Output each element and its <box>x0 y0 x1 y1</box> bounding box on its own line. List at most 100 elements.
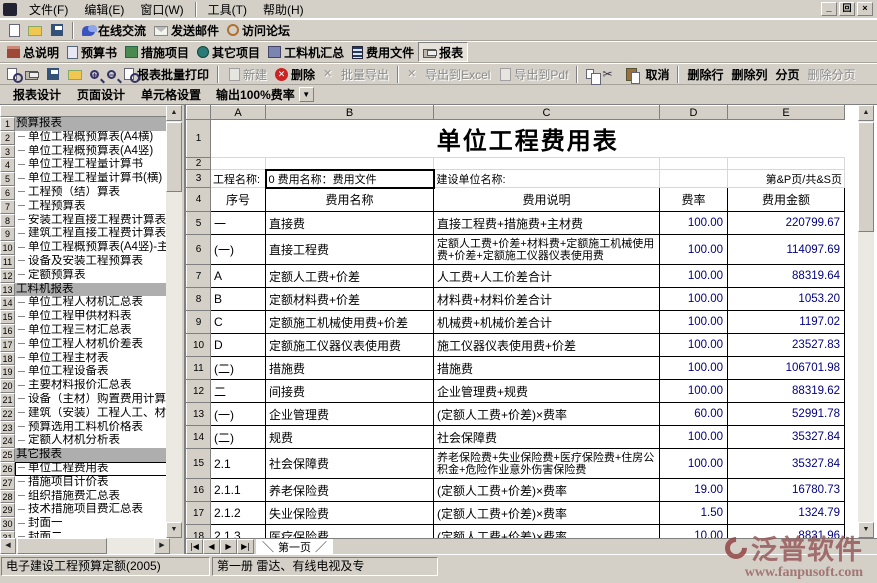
cell-fee-name[interactable]: 养老保险费 <box>266 479 434 502</box>
fee-column-header-3[interactable]: 费率 <box>660 188 728 212</box>
cell-amount[interactable]: 88319.62 <box>728 380 845 403</box>
tree-row-4[interactable]: 4单位工程工程量计算书 <box>0 158 168 172</box>
grid-corner-cell[interactable] <box>187 106 211 120</box>
cell-fee-name[interactable]: 医疗保险费 <box>266 525 434 539</box>
close-button[interactable]: × <box>857 2 873 16</box>
tree-row-14[interactable]: 14单位工程人材机汇总表 <box>0 296 168 310</box>
row-header-10[interactable]: 10 <box>187 334 211 357</box>
cell-fee-desc[interactable]: 社会保障费 <box>434 426 660 449</box>
menu-tools[interactable]: 工具(T) <box>201 0 254 19</box>
module-button-7[interactable]: 报表 <box>418 42 468 62</box>
cell-fee-desc[interactable]: 施工仪器仪表使用费+价差 <box>434 334 660 357</box>
paste-button[interactable] <box>621 64 641 84</box>
cell-fee-name[interactable]: 定额施工仪器仪表使用费 <box>266 334 434 357</box>
tree-row-3[interactable]: 3单位工程概预算表(A4竖) <box>0 145 168 159</box>
cell-no[interactable]: (二) <box>211 357 266 380</box>
row-header-17[interactable]: 17 <box>187 502 211 525</box>
cell-fee-name[interactable]: 定额人工费+价差 <box>266 265 434 288</box>
empty-cell[interactable] <box>728 158 845 170</box>
tab-cell-settings[interactable]: 单元格设置 <box>134 85 208 104</box>
tree-row-24[interactable]: 24定额人材机分析表 <box>0 434 168 448</box>
row-header-15[interactable]: 15 <box>187 449 211 479</box>
cell-no[interactable]: D <box>211 334 266 357</box>
cell-fee-desc[interactable]: 人工费+人工价差合计 <box>434 265 660 288</box>
cell-amount[interactable]: 1053.20 <box>728 288 845 311</box>
row-header-4[interactable]: 4 <box>187 188 211 212</box>
cell-no[interactable]: B <box>211 288 266 311</box>
tab-report-design[interactable]: 报表设计 <box>6 85 68 104</box>
online-chat-button[interactable]: 在线交流 <box>78 20 150 40</box>
tree-row-9[interactable]: 9建筑工程直接工程费计算表 <box>0 227 168 241</box>
cell-amount[interactable]: 88319.64 <box>728 265 845 288</box>
tree-row-30[interactable]: 30封面一 <box>0 517 168 531</box>
cell-no[interactable]: (一) <box>211 403 266 426</box>
tree-row-26[interactable]: 26单位工程费用表 <box>0 462 168 476</box>
first-page-icon[interactable]: |◀ <box>186 539 203 554</box>
cell-fee-name[interactable]: 措施费 <box>266 357 434 380</box>
selected-cell-fee-name[interactable]: 0 费用名称：费用文件 <box>266 170 434 188</box>
print-button[interactable] <box>21 64 42 84</box>
tree-row-6[interactable]: 6工程预（结）算表 <box>0 186 168 200</box>
empty-cell[interactable] <box>211 158 266 170</box>
row-header-3[interactable]: 3 <box>187 170 211 188</box>
cell-rate[interactable]: 100.00 <box>660 357 728 380</box>
column-header-A[interactable]: A <box>211 106 266 120</box>
tree-row-1[interactable]: 1预算报表 <box>0 117 168 131</box>
row-header-14[interactable]: 14 <box>187 426 211 449</box>
row-header-6[interactable]: 6 <box>187 235 211 265</box>
cell-rate[interactable]: 19.00 <box>660 479 728 502</box>
cell-amount[interactable]: 106701.98 <box>728 357 845 380</box>
tree-row-29[interactable]: 29技术措施项目费汇总表 <box>0 503 168 517</box>
menu-help[interactable]: 帮助(H) <box>256 0 311 19</box>
row-header-9[interactable]: 9 <box>187 311 211 334</box>
empty-cell[interactable] <box>434 158 660 170</box>
cell-fee-desc[interactable]: 直接工程费+措施费+主材费 <box>434 212 660 235</box>
tree-row-16[interactable]: 16单位工程三材汇总表 <box>0 324 168 338</box>
delete-report-button[interactable]: ✕删除 <box>271 64 319 84</box>
cell-amount[interactable]: 35327.84 <box>728 449 845 479</box>
zoom-out-button[interactable]: − <box>103 64 120 84</box>
cell-fee-desc[interactable]: 材料费+材料价差合计 <box>434 288 660 311</box>
scroll-left-icon[interactable]: ◀ <box>0 538 16 554</box>
row-header-2[interactable]: 2 <box>187 158 211 170</box>
cell-fee-name[interactable]: 直接费 <box>266 212 434 235</box>
visit-forum-button[interactable]: 访问论坛 <box>223 20 294 40</box>
cell-amount[interactable]: 1197.02 <box>728 311 845 334</box>
tree-row-10[interactable]: 10单位工程概预算表(A4竖)-主材单 <box>0 241 168 255</box>
cell-amount[interactable]: 1324.79 <box>728 502 845 525</box>
tree-row-7[interactable]: 7工程预算表 <box>0 200 168 214</box>
row-header-12[interactable]: 12 <box>187 380 211 403</box>
scroll-thumb[interactable] <box>17 538 107 554</box>
cell-fee-name[interactable]: 企业管理费 <box>266 403 434 426</box>
menu-file[interactable]: 文件(F) <box>22 0 75 19</box>
tree-row-31[interactable]: 31封面二 <box>0 531 168 538</box>
cell-no[interactable]: (二) <box>211 426 266 449</box>
zoom-in-button[interactable]: + <box>86 64 103 84</box>
cell-fee-desc[interactable]: 养老保险费+失业保险费+医疗保险费+住房公积金+危险作业意外伤害保险费 <box>434 449 660 479</box>
restore-button[interactable]: 回 <box>839 2 855 16</box>
scroll-down-icon[interactable]: ▼ <box>166 522 182 538</box>
combo-dropdown-icon[interactable]: ▼ <box>299 87 314 102</box>
cell-rate[interactable]: 100.00 <box>660 288 728 311</box>
cell-no[interactable]: 2.1.1 <box>211 479 266 502</box>
save-report-button[interactable] <box>42 64 64 84</box>
tree-row-17[interactable]: 17单位工程人材机价差表 <box>0 338 168 352</box>
scroll-up-icon[interactable]: ▲ <box>166 105 182 121</box>
save-file-button[interactable] <box>46 20 68 40</box>
cell-fee-desc[interactable]: 定额人工费+价差+材料费+定额施工机械使用费+价差+定额施工仪器仪表使用费 <box>434 235 660 265</box>
cell-rate[interactable]: 100.00 <box>660 380 728 403</box>
copy-button[interactable] <box>582 64 598 84</box>
tree-row-11[interactable]: 11设备及安装工程预算表 <box>0 255 168 269</box>
cell-no[interactable]: C <box>211 311 266 334</box>
output-rate-combobox[interactable]: 输出100%费率 ▼ <box>210 86 314 103</box>
delete-row-button[interactable]: 删除行 <box>683 64 727 84</box>
cell-amount[interactable]: 220799.67 <box>728 212 845 235</box>
delete-col-button[interactable]: 删除列 <box>727 64 771 84</box>
cell-amount[interactable]: 16780.73 <box>728 479 845 502</box>
cell-amount[interactable]: 114097.69 <box>728 235 845 265</box>
tree-row-28[interactable]: 28组织措施费汇总表 <box>0 490 168 504</box>
column-header-C[interactable]: C <box>434 106 660 120</box>
menu-edit[interactable]: 编辑(E) <box>77 0 131 19</box>
tree-row-19[interactable]: 19单位工程设备表 <box>0 365 168 379</box>
module-button-1[interactable]: 总说明 <box>3 42 63 62</box>
